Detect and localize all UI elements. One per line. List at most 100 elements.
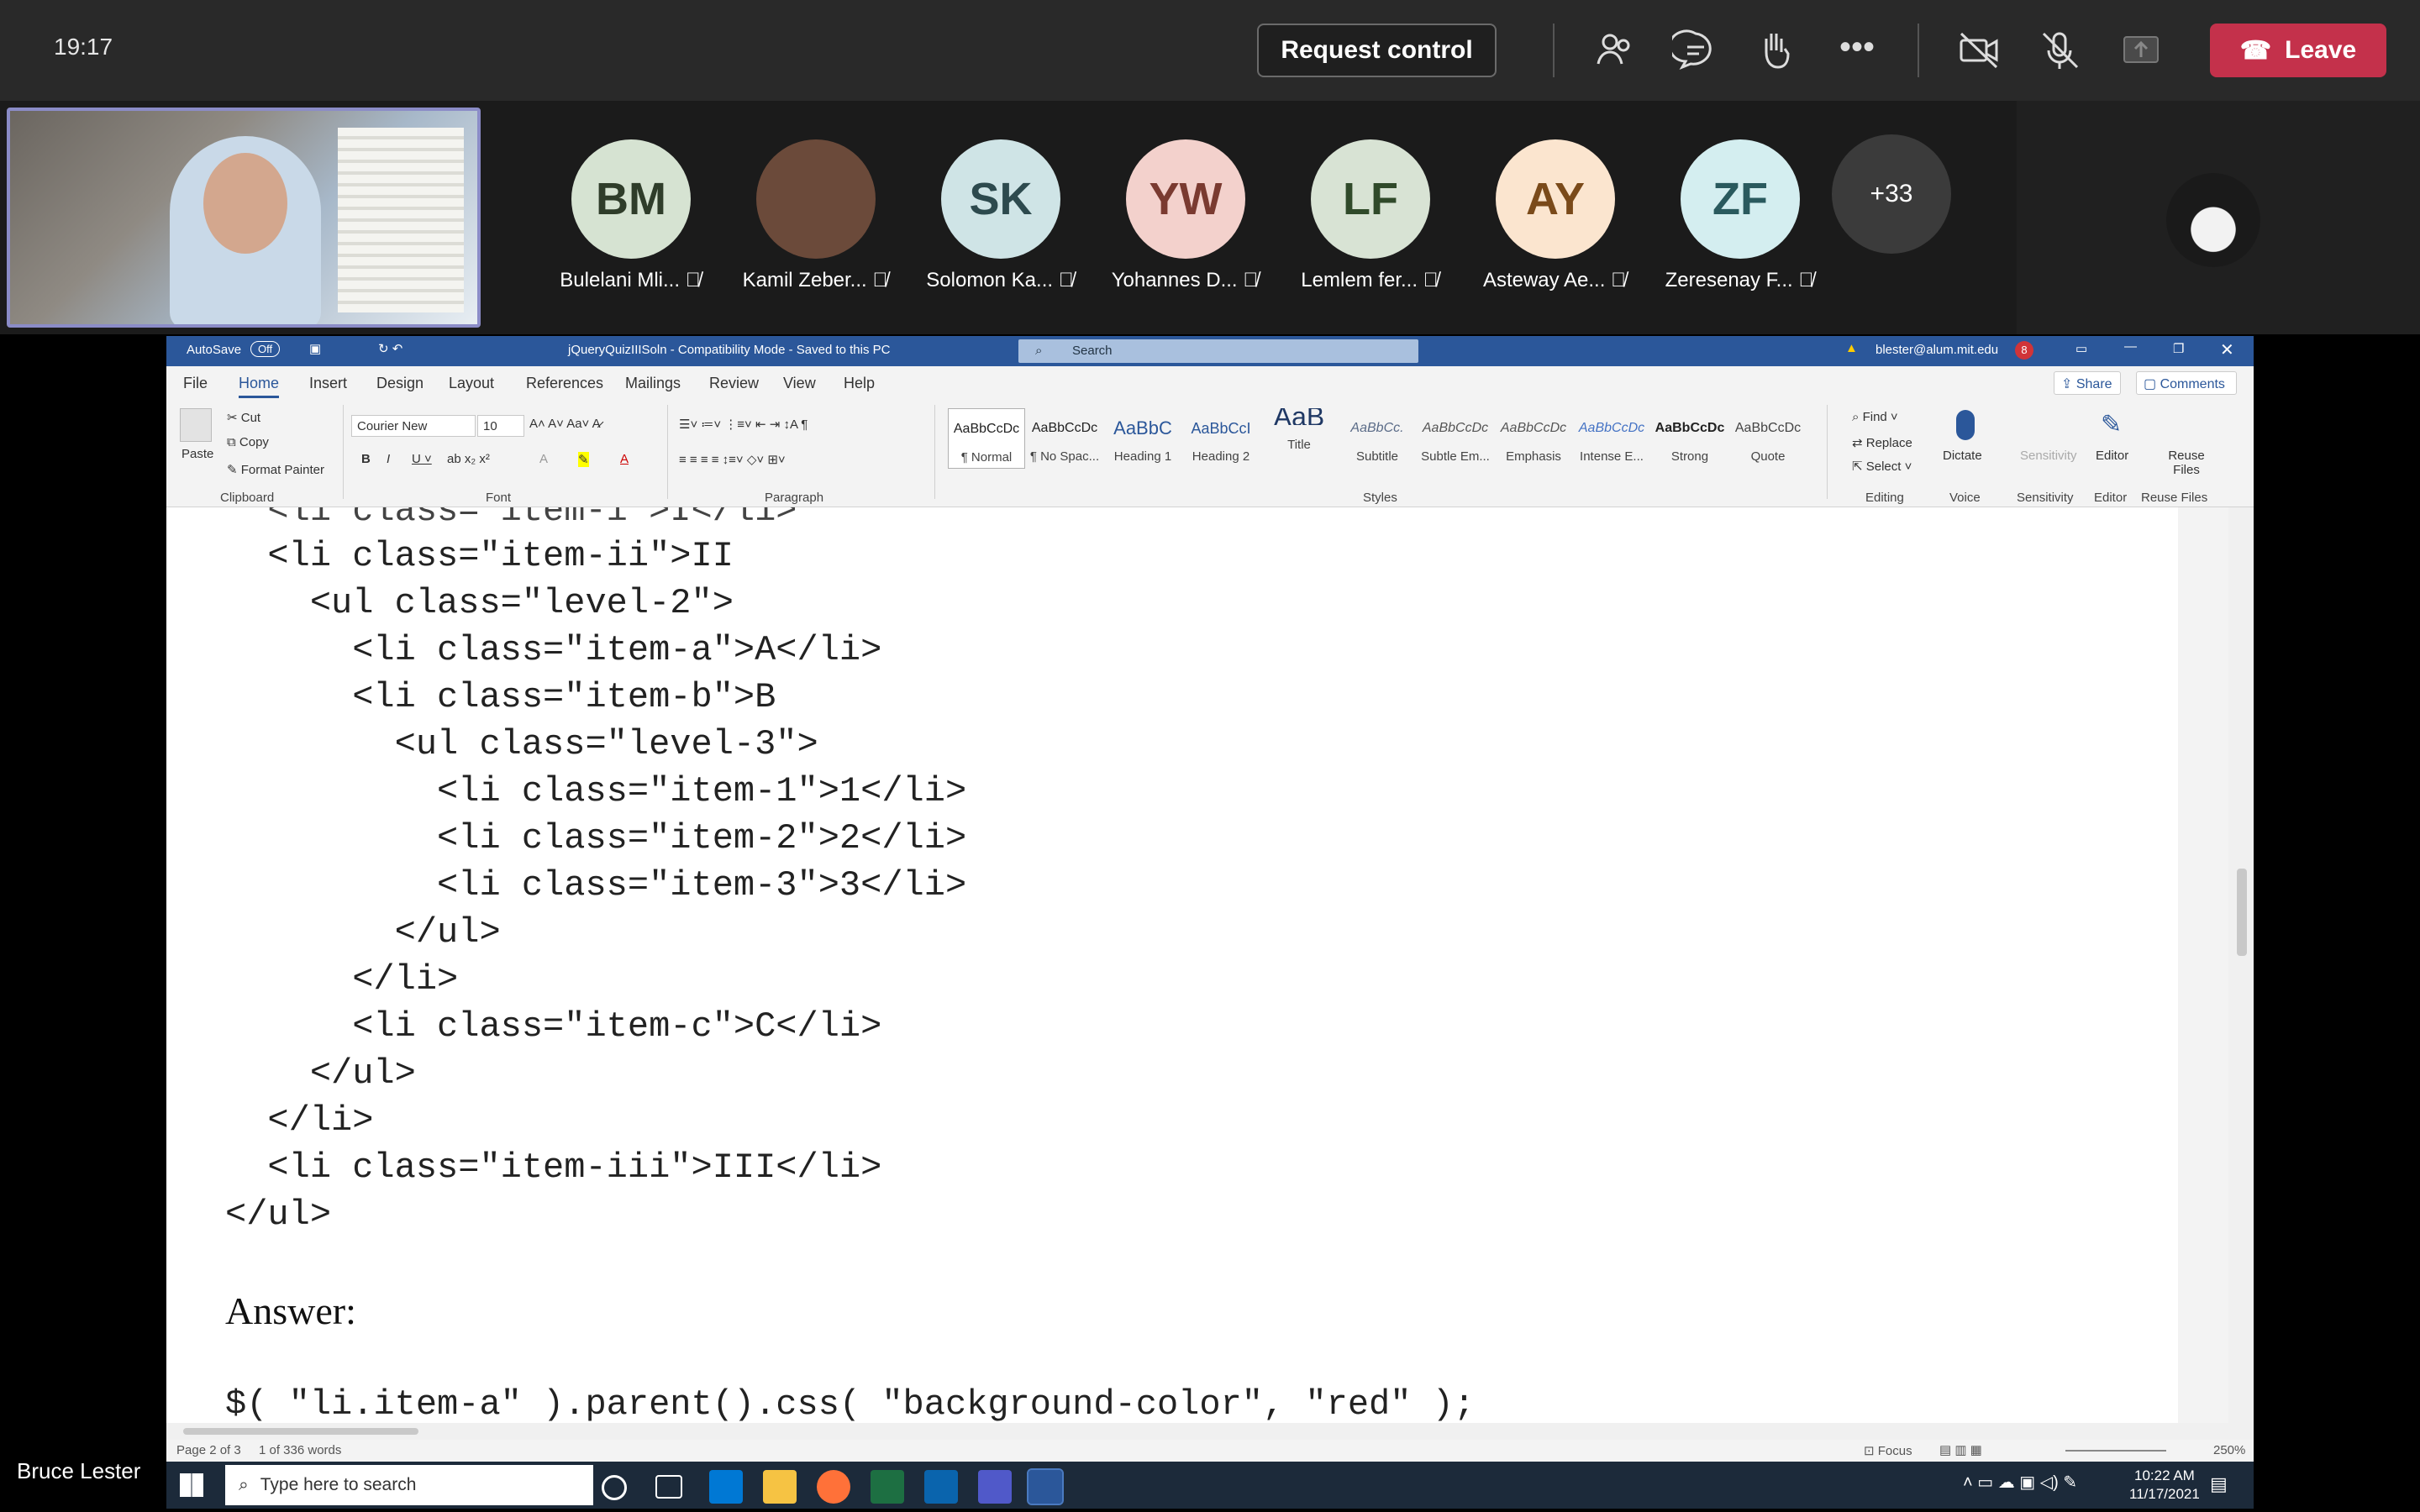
text-effects-icon[interactable]: A [539,452,548,466]
teams-icon[interactable] [978,1470,1012,1504]
style-option[interactable]: AaBbCcDc ¶ No Spac... [1026,408,1103,469]
document-page[interactable]: <li class="item-i">I</li> <li class="ite… [166,507,2178,1423]
style-option[interactable]: AaBbC Heading 1 [1104,408,1181,469]
file-explorer-icon[interactable] [763,1470,797,1504]
focus-button[interactable]: ⊡ Focus [1864,1443,1912,1458]
tab-references[interactable]: References [526,375,603,392]
scroll-thumb[interactable] [2237,869,2247,956]
tab-design[interactable]: Design [376,375,424,392]
excel-icon[interactable] [871,1470,904,1504]
outlook-icon[interactable] [924,1470,958,1504]
list-buttons-icon[interactable]: ☰˅ ≔˅ ⋮≡˅ ⇤ ⇥ ↕A ¶ [679,417,808,432]
comments-button[interactable]: ▢ Comments [2136,371,2237,395]
hscroll-thumb[interactable] [183,1428,418,1435]
tab-mailings[interactable]: Mailings [625,375,681,392]
cut-button[interactable]: ✂ Cut [227,410,260,425]
people-icon[interactable] [1591,27,1639,74]
cortana-icon[interactable] [602,1475,627,1500]
zoom-level[interactable]: 250% [2213,1443,2245,1457]
style-option[interactable]: AaBbCcDc Strong [1651,408,1728,469]
taskbar-search[interactable]: ⌕ Type here to search [225,1465,593,1505]
tab-file[interactable]: File [183,375,208,392]
alignment-buttons-icon[interactable]: ≡ ≡ ≡ ≡ ↕≡˅ ◇˅ ⊞˅ [679,452,786,467]
autosave-toggle[interactable]: Off [250,341,281,357]
mail-icon[interactable] [709,1470,743,1504]
tab-layout[interactable]: Layout [449,375,494,392]
ribbon-display-icon[interactable]: ▭ [2075,341,2087,356]
request-control-button[interactable]: Request control [1257,24,1497,77]
restore-icon[interactable]: ❐ [2173,341,2184,356]
save-icon[interactable]: ▣ [309,341,321,356]
mic-off-icon[interactable] [2037,27,2084,74]
font-size-select[interactable]: 10 [477,415,524,437]
minimize-icon[interactable]: — [2124,339,2137,354]
tab-review[interactable]: Review [709,375,759,392]
participant-tile[interactable]: AY Asteway Ae... 🎙̸ [1462,134,1630,302]
format-painter-button[interactable]: ✎ Format Painter [227,462,324,477]
task-view-icon[interactable] [655,1475,682,1499]
share-button[interactable]: ⇪ Share [2054,371,2121,395]
tab-home[interactable]: Home [239,375,280,398]
bold-button[interactable]: B [361,452,371,466]
search-box[interactable]: ⌕ Search [1018,339,1418,363]
self-avatar[interactable] [2166,173,2260,267]
font-name-select[interactable]: Courier New [351,415,476,437]
more-participants-button[interactable]: +33 [1832,134,1951,254]
highlight-color-icon[interactable]: ✎ [578,452,589,467]
style-option[interactable]: AaBbCcDc Subtle Em... [1417,408,1494,469]
find-button[interactable]: ⌕ Find ˅ [1852,410,1898,424]
raise-hand-icon[interactable] [1753,27,1800,74]
presenter-video[interactable] [7,108,481,328]
taskbar-clock[interactable]: 10:22 AM 11/17/2021 [2129,1467,2200,1504]
paste-icon[interactable] [180,408,212,442]
participant-tile[interactable]: LF Lemlem fer... 🎙̸ [1277,134,1445,302]
reuse-files-button[interactable]: Reuse Files [2161,449,2212,477]
participant-tile[interactable]: YW Yohannes D... 🎙̸ [1092,134,1260,302]
chat-icon[interactable] [1672,27,1719,74]
style-option[interactable]: AaBbCcDc ¶ Normal [948,408,1025,469]
font-color-icon[interactable]: A [620,452,629,466]
account-name[interactable]: blester@alum.mit.edu [1876,343,1998,357]
page-indicator[interactable]: Page 2 of 3 [176,1443,241,1457]
notification-center-icon[interactable]: ▤ [2210,1473,2228,1495]
camera-off-icon[interactable] [1956,27,2003,74]
editor-icon[interactable]: ✎ [2101,410,2122,439]
editor-button[interactable]: Editor [2096,449,2128,463]
paste-button[interactable]: Paste [182,447,213,461]
style-option[interactable]: AaBbCcDc Intense E... [1573,408,1650,469]
zoom-slider[interactable] [2065,1450,2166,1452]
word-icon[interactable] [1027,1468,1064,1505]
underline-button[interactable]: U ˅ [412,452,432,466]
participant-tile[interactable]: BM Bulelani Mli... 🎙̸ [538,134,706,302]
participant-tile[interactable]: Kamil Zeber... 🎙̸ [723,134,891,302]
style-option[interactable]: AaBbCcDc Emphasis [1495,408,1572,469]
strikethrough-button[interactable]: ab x₂ x² [447,452,490,466]
microphone-icon[interactable] [1956,410,1975,440]
select-button[interactable]: ⇱ Select ˅ [1852,459,1912,474]
tab-help[interactable]: Help [844,375,875,392]
style-option[interactable]: AaBbCc. Subtitle [1339,408,1416,469]
style-option[interactable]: AaBbCcDc Quote [1729,408,1807,469]
participant-tile[interactable]: SK Solomon Ka... 🎙̸ [908,134,1076,302]
vertical-scrollbar[interactable] [2228,507,2254,1423]
horizontal-scrollbar[interactable] [166,1423,2254,1440]
style-option[interactable]: AaB Title [1260,408,1338,469]
windows-start-icon[interactable] [180,1473,203,1497]
participant-tile[interactable]: ZF Zeresenay F... 🎙̸ [1647,134,1815,302]
italic-button[interactable]: I [387,452,390,466]
grow-font-icon[interactable]: A˄ A˅ Aa˅ A̷ [529,417,601,431]
dictate-button[interactable]: Dictate [1943,449,1982,463]
tab-view[interactable]: View [783,375,816,392]
tab-insert[interactable]: Insert [309,375,347,392]
more-options-icon[interactable]: ••• [1833,27,1881,74]
share-screen-icon[interactable] [2118,27,2165,74]
replace-button[interactable]: ⇄ Replace [1852,435,1912,450]
firefox-icon[interactable] [817,1470,850,1504]
view-mode-icons[interactable]: ▤ ▥ ▦ [1939,1442,1982,1457]
undo-redo-icon[interactable]: ↻ ↶ [378,341,402,356]
leave-button[interactable]: ☎ Leave [2210,24,2386,77]
word-count[interactable]: 1 of 336 words [259,1443,341,1457]
system-tray-icons[interactable]: ˄ ▭ ☁ ▣ ◁) ✎ [1963,1472,2077,1493]
copy-button[interactable]: ⧉ Copy [227,435,269,449]
style-option[interactable]: AaBbCcI Heading 2 [1182,408,1260,469]
